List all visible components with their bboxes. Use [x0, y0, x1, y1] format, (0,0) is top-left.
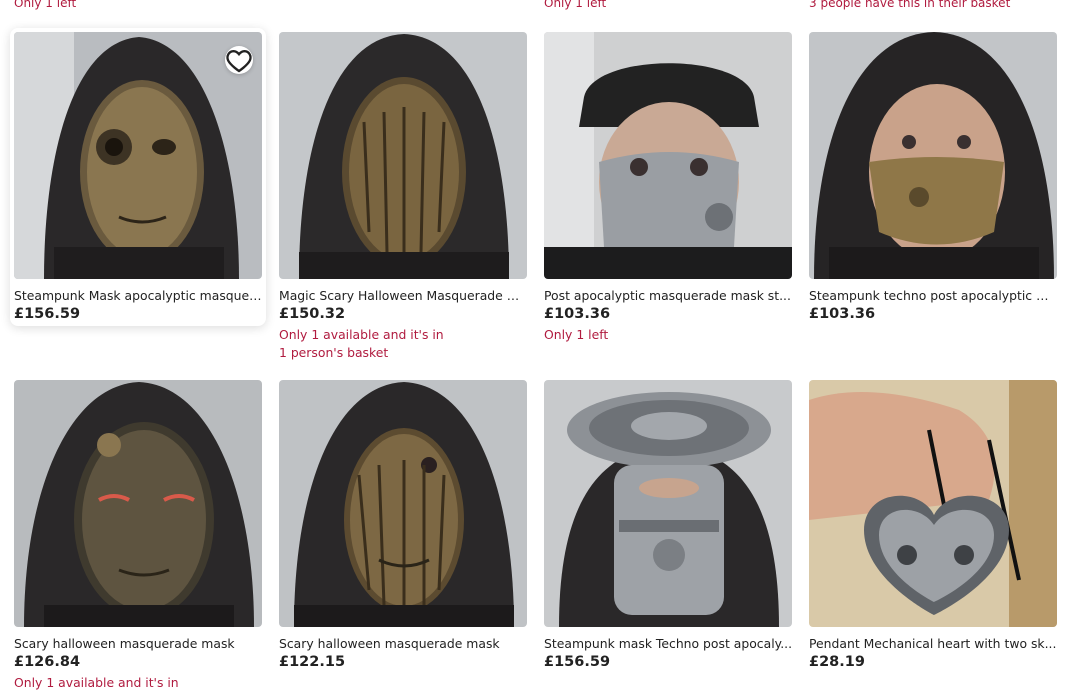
listing-image[interactable]: [544, 32, 792, 279]
listing-card[interactable]: Steampunk mask Techno post apocaly... £1…: [544, 380, 792, 670]
listing-card[interactable]: Magic Scary Halloween Masquerade Bl... £…: [279, 32, 527, 362]
listing-image[interactable]: [544, 380, 792, 627]
listing-card[interactable]: Pendant Mechanical heart with two sk... …: [809, 380, 1057, 670]
listing-title[interactable]: Steampunk techno post apocalyptic m...: [809, 288, 1057, 303]
listing-price: £126.84: [14, 654, 81, 670]
listing-title[interactable]: Scary halloween masquerade mask: [14, 636, 262, 651]
listing-image[interactable]: [14, 380, 262, 627]
product-photo: [279, 380, 527, 627]
listing-card[interactable]: Scary halloween masquerade mask £126.84 …: [14, 380, 262, 692]
product-photo: [544, 380, 792, 627]
listing-card[interactable]: Scary halloween masquerade mask £122.15: [279, 380, 527, 670]
product-photo: [809, 380, 1057, 627]
basket-note: Only 1 available and it's in 1 person's …: [279, 327, 444, 360]
listing-title[interactable]: Magic Scary Halloween Masquerade Bl...: [279, 288, 527, 303]
favorite-button[interactable]: [225, 46, 253, 74]
listing-price: £103.36: [809, 306, 876, 322]
listing-image[interactable]: [279, 32, 527, 279]
listing-title[interactable]: Post apocalyptic masquerade mask st...: [544, 288, 792, 303]
listing-image[interactable]: [809, 32, 1057, 279]
basket-note: Only 1 available and it's in: [14, 675, 179, 690]
listing-card[interactable]: Steampunk Mask apocalyptic masquer... £1…: [10, 28, 266, 326]
product-photo: [809, 32, 1057, 279]
heart-outline-icon: [226, 49, 252, 72]
listing-title[interactable]: Steampunk mask Techno post apocaly...: [544, 636, 792, 651]
listing-card[interactable]: Steampunk techno post apocalyptic m... £…: [809, 32, 1057, 322]
listing-title[interactable]: Pendant Mechanical heart with two sk...: [809, 636, 1057, 651]
listing-price: £28.19: [809, 654, 865, 670]
prev-row-note-1: Only 1 left: [14, 0, 77, 10]
product-photo: [544, 32, 792, 279]
listing-title[interactable]: Scary halloween masquerade mask: [279, 636, 527, 651]
listing-image[interactable]: [14, 32, 262, 279]
listing-image[interactable]: [809, 380, 1057, 627]
prev-row-note-3: 3 people have this in their basket: [809, 0, 1011, 10]
listing-image[interactable]: [279, 380, 527, 627]
listing-title[interactable]: Steampunk Mask apocalyptic masquer...: [14, 288, 262, 303]
listing-price: £156.59: [544, 654, 611, 670]
listing-card[interactable]: Post apocalyptic masquerade mask st... £…: [544, 32, 792, 344]
stock-note: Only 1 left: [544, 327, 609, 342]
product-photo: [279, 32, 527, 279]
listing-price: £150.32: [279, 306, 346, 322]
listing-price: £103.36: [544, 306, 611, 322]
listing-price: £122.15: [279, 654, 346, 670]
product-photo: [14, 380, 262, 627]
listing-price: £156.59: [14, 306, 81, 322]
prev-row-note-2: Only 1 left: [544, 0, 607, 10]
